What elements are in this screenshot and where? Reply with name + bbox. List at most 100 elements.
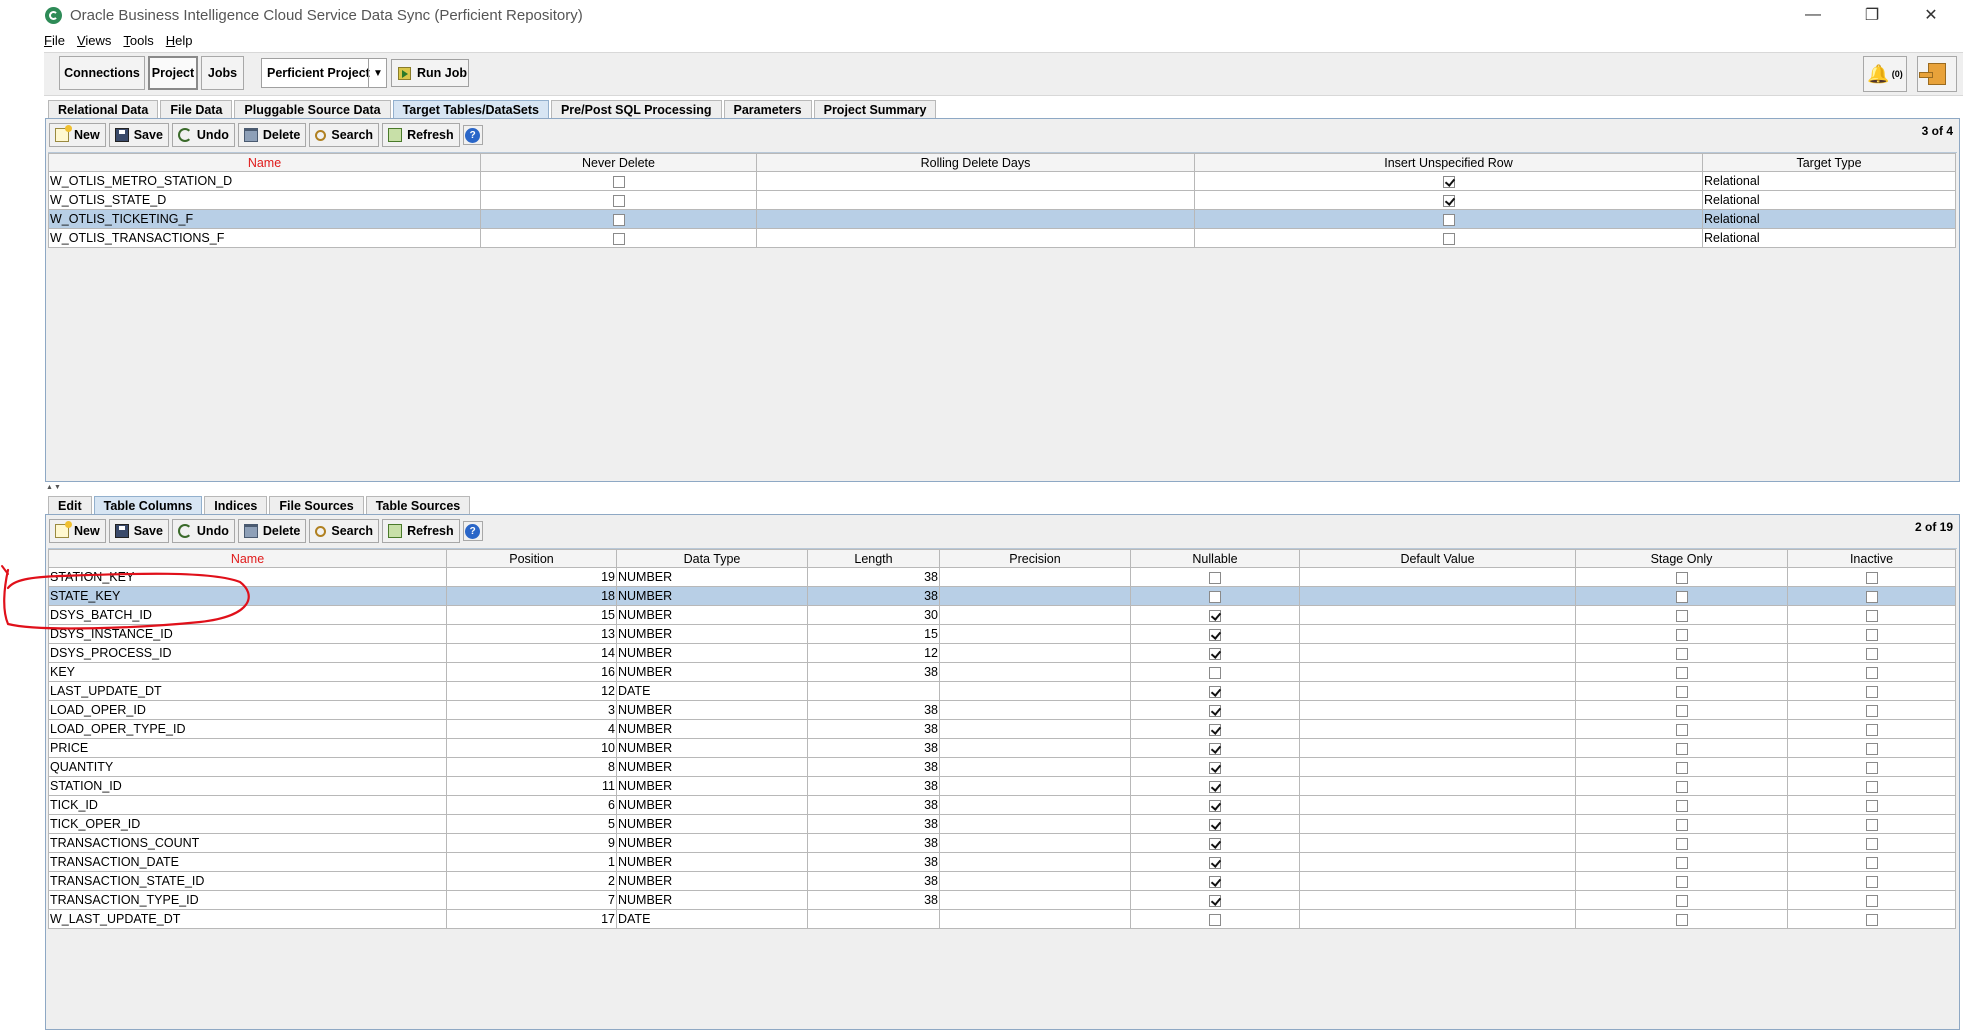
cell-position[interactable]: 6 xyxy=(446,795,617,815)
cell-precision[interactable] xyxy=(939,776,1131,796)
nullable-checkbox[interactable] xyxy=(1209,704,1221,717)
column-header-rolling-delete-days[interactable]: Rolling Delete Days xyxy=(756,153,1195,172)
tab-edit[interactable]: Edit xyxy=(48,496,92,514)
inactive-checkbox[interactable] xyxy=(1865,590,1878,603)
stage-only-checkbox[interactable] xyxy=(1675,685,1688,698)
cell-length[interactable]: 38 xyxy=(807,700,940,720)
table-row[interactable]: W_OTLIS_METRO_STATION_D Relational xyxy=(48,171,1956,191)
inactive-checkbox[interactable] xyxy=(1865,571,1878,584)
stage-only-checkbox[interactable] xyxy=(1675,818,1688,831)
table-row[interactable]: TRANSACTION_STATE_ID 2 NUMBER 38 xyxy=(48,871,1956,891)
cell-length[interactable]: 38 xyxy=(807,795,940,815)
table-row[interactable]: TICK_ID 6 NUMBER 38 xyxy=(48,795,1956,815)
cell-position[interactable]: 10 xyxy=(446,738,617,758)
cell-data-type[interactable]: NUMBER xyxy=(616,605,808,625)
cell-position[interactable]: 11 xyxy=(446,776,617,796)
nullable-checkbox[interactable] xyxy=(1209,913,1221,926)
stage-only-checkbox[interactable] xyxy=(1675,609,1688,622)
cell-position[interactable]: 17 xyxy=(446,909,617,929)
cell-default-value[interactable] xyxy=(1299,586,1576,606)
nullable-checkbox[interactable] xyxy=(1209,856,1221,869)
inactive-checkbox[interactable] xyxy=(1865,799,1878,812)
tab-indices[interactable]: Indices xyxy=(204,496,268,514)
cell-default-value[interactable] xyxy=(1299,833,1576,853)
cell-precision[interactable] xyxy=(939,795,1131,815)
cell-default-value[interactable] xyxy=(1299,738,1576,758)
cell-position[interactable]: 13 xyxy=(446,624,617,644)
table-row[interactable]: TRANSACTIONS_COUNT 9 NUMBER 38 xyxy=(48,833,1956,853)
stage-only-checkbox[interactable] xyxy=(1675,913,1688,926)
column-header-inactive[interactable]: Inactive xyxy=(1787,549,1956,568)
cell-data-type[interactable]: NUMBER xyxy=(616,814,808,834)
undo-button[interactable]: Undo xyxy=(171,519,235,543)
minimize-button[interactable]: — xyxy=(1784,0,1842,30)
cell-default-value[interactable] xyxy=(1299,814,1576,834)
table-row[interactable]: LOAD_OPER_TYPE_ID 4 NUMBER 38 xyxy=(48,719,1956,739)
cell-default-value[interactable] xyxy=(1299,890,1576,910)
inactive-checkbox[interactable] xyxy=(1865,856,1878,869)
tab-table-sources[interactable]: Table Sources xyxy=(365,496,471,514)
table-row[interactable]: W_OTLIS_TICKETING_F Relational xyxy=(48,209,1956,229)
cell-length[interactable] xyxy=(807,909,940,929)
stage-only-checkbox[interactable] xyxy=(1675,590,1688,603)
insert-unspecified-row-checkbox[interactable] xyxy=(1442,232,1455,245)
column-header-data-type[interactable]: Data Type xyxy=(616,549,808,568)
inactive-checkbox[interactable] xyxy=(1865,837,1878,850)
project-button[interactable]: Project xyxy=(148,56,198,90)
cell-data-type[interactable]: NUMBER xyxy=(616,757,808,777)
column-header-precision[interactable]: Precision xyxy=(939,549,1131,568)
refresh-button[interactable]: Refresh xyxy=(382,123,460,147)
table-row[interactable]: LAST_UPDATE_DT 12 DATE xyxy=(48,681,1956,701)
cell-precision[interactable] xyxy=(939,681,1131,701)
nullable-checkbox[interactable] xyxy=(1209,837,1221,850)
cell-default-value[interactable] xyxy=(1299,852,1576,872)
table-row[interactable]: QUANTITY 8 NUMBER 38 xyxy=(48,757,1956,777)
panel-splitter[interactable]: ▲ ▼ xyxy=(44,484,1963,491)
cell-default-value[interactable] xyxy=(1299,567,1576,587)
column-header-insert-unspecified-row[interactable]: Insert Unspecified Row xyxy=(1194,153,1703,172)
inactive-checkbox[interactable] xyxy=(1865,647,1878,660)
cell-data-type[interactable]: NUMBER xyxy=(616,776,808,796)
refresh-button[interactable]: Refresh xyxy=(382,519,460,543)
new-button[interactable]: New xyxy=(49,519,106,543)
table-row[interactable]: LOAD_OPER_ID 3 NUMBER 38 xyxy=(48,700,1956,720)
cell-data-type[interactable]: NUMBER xyxy=(616,624,808,644)
table-row[interactable]: STATION_KEY 19 NUMBER 38 xyxy=(48,567,1956,587)
table-row[interactable]: DSYS_INSTANCE_ID 13 NUMBER 15 xyxy=(48,624,1956,644)
inactive-checkbox[interactable] xyxy=(1865,818,1878,831)
cell-length[interactable]: 38 xyxy=(807,567,940,587)
nullable-checkbox[interactable] xyxy=(1209,799,1221,812)
stage-only-checkbox[interactable] xyxy=(1675,723,1688,736)
table-row[interactable]: W_LAST_UPDATE_DT 17 DATE xyxy=(48,909,1956,929)
cell-default-value[interactable] xyxy=(1299,757,1576,777)
tab-relational-data[interactable]: Relational Data xyxy=(48,100,159,118)
stage-only-checkbox[interactable] xyxy=(1675,742,1688,755)
insert-unspecified-row-checkbox[interactable] xyxy=(1442,175,1455,188)
cell-precision[interactable] xyxy=(939,833,1131,853)
search-button[interactable]: Search xyxy=(309,123,380,147)
column-header-target-type[interactable]: Target Type xyxy=(1702,153,1956,172)
inactive-checkbox[interactable] xyxy=(1865,666,1878,679)
stage-only-checkbox[interactable] xyxy=(1675,761,1688,774)
table-row[interactable]: W_OTLIS_STATE_D Relational xyxy=(48,190,1956,210)
nullable-checkbox[interactable] xyxy=(1209,742,1221,755)
stage-only-checkbox[interactable] xyxy=(1675,780,1688,793)
insert-unspecified-row-checkbox[interactable] xyxy=(1442,213,1455,226)
cell-length[interactable]: 38 xyxy=(807,814,940,834)
cell-length[interactable]: 12 xyxy=(807,643,940,663)
tab-file-sources[interactable]: File Sources xyxy=(269,496,364,514)
nullable-checkbox[interactable] xyxy=(1209,818,1221,831)
cell-data-type[interactable]: NUMBER xyxy=(616,719,808,739)
stage-only-checkbox[interactable] xyxy=(1675,571,1688,584)
maximize-button[interactable]: ❐ xyxy=(1843,0,1901,30)
stage-only-checkbox[interactable] xyxy=(1675,799,1688,812)
never-delete-checkbox[interactable] xyxy=(612,175,625,188)
cell-position[interactable]: 5 xyxy=(446,814,617,834)
table-row[interactable]: KEY 16 NUMBER 38 xyxy=(48,662,1956,682)
exit-button[interactable] xyxy=(1917,56,1957,92)
connections-button[interactable]: Connections xyxy=(59,56,145,90)
inactive-checkbox[interactable] xyxy=(1865,628,1878,641)
stage-only-checkbox[interactable] xyxy=(1675,704,1688,717)
cell-data-type[interactable]: NUMBER xyxy=(616,871,808,891)
cell-length[interactable]: 38 xyxy=(807,662,940,682)
